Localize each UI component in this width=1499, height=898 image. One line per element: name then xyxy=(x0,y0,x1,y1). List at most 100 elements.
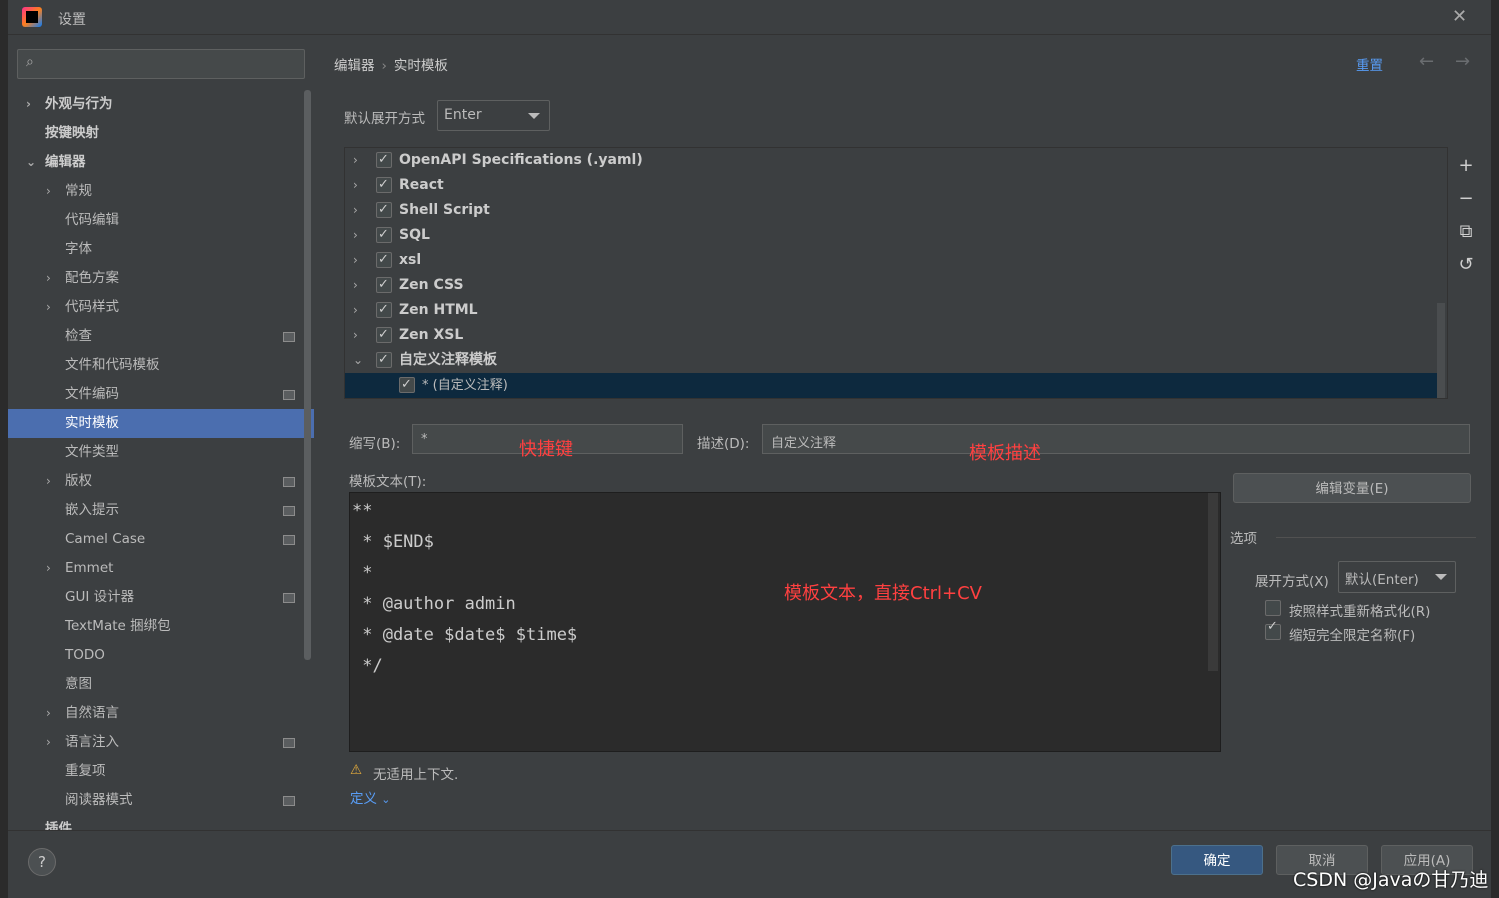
sidebar-item[interactable]: GUI 设计器 xyxy=(8,583,314,612)
chevron-right-icon[interactable]: › xyxy=(353,223,358,248)
sidebar-item[interactable]: 代码编辑 xyxy=(8,206,314,235)
sidebar-item[interactable]: 插件 xyxy=(8,815,314,830)
template-checkbox[interactable] xyxy=(376,247,392,272)
forward-arrow-icon[interactable]: → xyxy=(1455,51,1470,72)
default-expand-select[interactable]: Enter xyxy=(437,100,550,131)
expand-with-select[interactable]: 默认(Enter) xyxy=(1338,561,1456,593)
reformat-label[interactable]: 按照样式重新格式化(R) xyxy=(1289,600,1430,620)
template-checkbox[interactable] xyxy=(399,372,415,397)
chevron-down-icon[interactable]: ⌄ xyxy=(26,148,36,177)
sidebar-item[interactable]: 意图 xyxy=(8,670,314,699)
sidebar-item[interactable]: 重复项 xyxy=(8,757,314,786)
sidebar-item[interactable]: ⌄ 编辑器 xyxy=(8,148,314,177)
sidebar-item[interactable]: TODO xyxy=(8,641,314,670)
sidebar-item[interactable]: 按键映射 xyxy=(8,119,314,148)
template-group[interactable]: › xsl xyxy=(345,247,1437,273)
template-checkbox[interactable] xyxy=(376,222,392,247)
chevron-right-icon[interactable]: › xyxy=(46,264,51,293)
project-scope-icon xyxy=(283,535,295,545)
chevron-right-icon[interactable]: › xyxy=(26,90,31,119)
template-checkbox[interactable] xyxy=(376,272,392,297)
template-group[interactable]: › OpenAPI Specifications (.yaml) xyxy=(345,148,1437,173)
sidebar-item-label: GUI 设计器 xyxy=(65,589,135,605)
back-arrow-icon[interactable]: ← xyxy=(1419,51,1434,72)
sidebar-item[interactable]: › Emmet xyxy=(8,554,314,583)
sidebar-item[interactable]: 检查 xyxy=(8,322,314,351)
sidebar-item[interactable]: › 语言注入 xyxy=(8,728,314,757)
sidebar-item[interactable]: 实时模板 xyxy=(8,409,314,438)
add-icon[interactable]: + xyxy=(1456,155,1476,176)
sidebar-item[interactable]: 文件类型 xyxy=(8,438,314,467)
edit-variables-button[interactable]: 编辑变量(E) xyxy=(1233,473,1471,503)
template-checkbox[interactable] xyxy=(376,297,392,322)
chevron-right-icon[interactable]: › xyxy=(46,728,51,757)
template-group[interactable]: › React xyxy=(345,172,1437,198)
description-input[interactable]: 自定义注释 xyxy=(762,424,1470,454)
chevron-right-icon[interactable]: › xyxy=(46,699,51,728)
template-group[interactable]: › SQL xyxy=(345,222,1437,248)
sidebar-item[interactable]: 文件和代码模板 xyxy=(8,351,314,380)
sidebar-item-label: Camel Case xyxy=(65,531,146,547)
sidebar-item[interactable]: › 配色方案 xyxy=(8,264,314,293)
annotation-template-text: 模板文本，直接Ctrl+CV xyxy=(784,583,982,604)
copy-icon[interactable]: ⧉ xyxy=(1456,221,1476,242)
template-checkbox[interactable] xyxy=(376,148,392,172)
template-name: OpenAPI Specifications (.yaml) xyxy=(399,152,643,168)
close-icon[interactable]: ✕ xyxy=(1452,6,1467,27)
chevron-right-icon[interactable]: › xyxy=(353,273,358,298)
sidebar-item-label: 插件 xyxy=(45,821,72,830)
chevron-right-icon[interactable]: › xyxy=(353,298,358,323)
template-list-scrollbar[interactable] xyxy=(1437,303,1445,398)
reset-link[interactable]: 重置 xyxy=(1356,54,1383,74)
editor-scrollbar[interactable] xyxy=(1208,493,1218,671)
search-input[interactable]: ⌕ xyxy=(17,49,305,79)
chevron-right-icon[interactable]: › xyxy=(353,173,358,198)
project-scope-icon xyxy=(283,506,295,516)
template-item[interactable]: * (自定义注释) xyxy=(345,372,1437,398)
sidebar-item[interactable]: 阅读器模式 xyxy=(8,786,314,815)
shorten-fqn-label[interactable]: 缩短完全限定名称(F) xyxy=(1289,624,1415,644)
template-group[interactable]: ⌄ 自定义注释模板 xyxy=(345,347,1437,373)
revert-icon[interactable]: ↺ xyxy=(1456,254,1476,275)
template-group[interactable]: › Zen XSL xyxy=(345,322,1437,348)
expand-with-value: 默认(Enter) xyxy=(1345,572,1419,588)
abbreviation-value: * xyxy=(421,432,428,447)
template-checkbox[interactable] xyxy=(376,347,392,372)
warning-text: 无适用上下文. xyxy=(373,767,459,783)
sidebar-item[interactable]: › 代码样式 xyxy=(8,293,314,322)
template-group[interactable]: › Zen CSS xyxy=(345,272,1437,298)
chevron-right-icon[interactable]: › xyxy=(353,148,358,173)
template-checkbox[interactable] xyxy=(376,322,392,347)
help-icon[interactable]: ? xyxy=(28,848,56,876)
remove-icon[interactable]: − xyxy=(1456,188,1476,209)
template-group[interactable]: › Shell Script xyxy=(345,197,1437,223)
sidebar-scrollbar[interactable] xyxy=(304,90,311,660)
chevron-right-icon[interactable]: › xyxy=(46,177,51,206)
sidebar-item[interactable]: Camel Case xyxy=(8,525,314,554)
shorten-fqn-checkbox[interactable] xyxy=(1265,619,1281,640)
template-group[interactable]: › Zen HTML xyxy=(345,297,1437,323)
template-text-editor[interactable]: ** * $END$ * * @author admin * @date $da… xyxy=(349,492,1221,752)
sidebar-item[interactable]: › 常规 xyxy=(8,177,314,206)
template-checkbox[interactable] xyxy=(376,197,392,222)
chevron-down-icon[interactable]: ⌄ xyxy=(353,348,363,373)
chevron-right-icon[interactable]: › xyxy=(46,467,51,496)
template-checkbox[interactable] xyxy=(376,172,392,197)
sidebar-item[interactable]: › 外观与行为 xyxy=(8,90,314,119)
sidebar-item[interactable]: 嵌入提示 xyxy=(8,496,314,525)
chevron-right-icon[interactable]: › xyxy=(353,198,358,223)
sidebar-item[interactable]: 文件编码 xyxy=(8,380,314,409)
chevron-right-icon[interactable]: › xyxy=(46,293,51,322)
sidebar-item[interactable]: › 版权 xyxy=(8,467,314,496)
breadcrumb-parent[interactable]: 编辑器 xyxy=(334,58,375,74)
sidebar-item[interactable]: 字体 xyxy=(8,235,314,264)
chevron-right-icon[interactable]: › xyxy=(46,554,51,583)
sidebar-item[interactable]: TextMate 捆绑包 xyxy=(8,612,314,641)
ok-button[interactable]: 确定 xyxy=(1171,845,1263,875)
sidebar-item[interactable]: › 自然语言 xyxy=(8,699,314,728)
chevron-right-icon[interactable]: › xyxy=(353,248,358,273)
reformat-checkbox[interactable] xyxy=(1265,600,1281,616)
live-templates-panel: 编辑器 › 实时模板 重置 ← → 默认展开方式 Enter › OpenAPI Sp… xyxy=(316,35,1491,830)
define-context-link[interactable]: 定义 ⌄ xyxy=(350,787,391,807)
chevron-right-icon[interactable]: › xyxy=(353,323,358,348)
